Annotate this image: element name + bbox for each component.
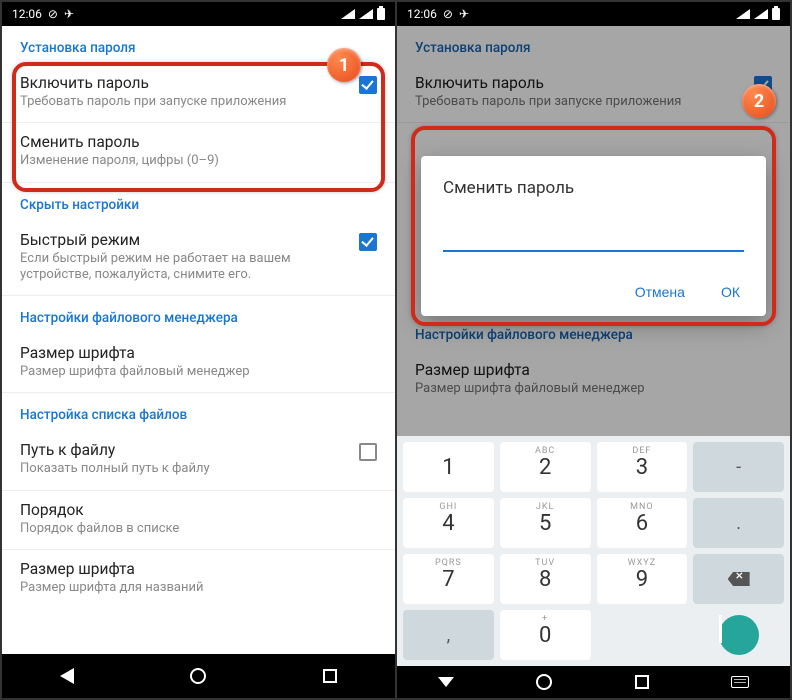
nav-recent-icon[interactable] [635,675,649,689]
item-subtitle: Показать полный путь к файлу [20,461,349,477]
item-title: Включить пароль [20,74,349,92]
item-subtitle: Требовать пароль при запуске приложения [20,94,349,110]
wifi-icon [341,9,355,19]
status-bar: 12:06 ⊘ ✈ [2,2,395,26]
signal-icon [359,9,373,19]
status-time: 12:06 [407,7,437,21]
status-icon-nosim: ⊘ [48,7,58,21]
item-font2[interactable]: Размер шрифта Размер шрифта для названий [2,550,395,608]
key-3[interactable]: DEF3 [597,442,688,492]
battery-icon [377,8,385,20]
done-icon [719,615,759,655]
backspace-icon [728,572,750,586]
item-title: Размер шрифта [20,344,377,362]
key-9[interactable]: WXYZ9 [597,554,688,604]
screenshot-left: 12:06 ⊘ ✈ Установка пароля Включить паро… [2,2,395,698]
change-password-dialog: Сменить пароль Отмена ОК [421,156,766,316]
nav-bar-keyboard [397,666,790,698]
keyboard-switch-icon[interactable] [731,676,749,688]
wifi-icon [736,9,750,19]
item-fm-font[interactable]: Размер шрифта Размер шрифта файловый мен… [2,334,395,393]
key-7[interactable]: PQRS7 [403,554,494,604]
item-subtitle: Размер шрифта для названий [20,580,377,596]
password-input[interactable] [443,228,744,252]
key-dot[interactable]: . [693,498,784,548]
cancel-button[interactable]: Отмена [631,278,689,306]
nav-hide-keyboard-icon[interactable] [438,677,454,687]
key-backspace[interactable] [693,554,784,604]
ok-button[interactable]: ОК [717,278,744,306]
section-fm-header: Настройки файлового менеджера [2,296,395,334]
key-1[interactable]: 1 [403,442,494,492]
nav-bar [2,654,395,698]
nav-home-icon[interactable] [536,674,552,690]
item-subtitle: Изменение пароля, цифры (0–9) [20,153,377,169]
key-0[interactable]: +0 [500,610,591,660]
nav-home-icon[interactable] [190,668,206,684]
screenshot-right: 12:06 ⊘ ✈ Установка пароля Включить паро… [395,2,790,698]
status-time: 12:06 [12,7,42,21]
item-subtitle: Если быстрый режим не работает на вашем … [20,251,349,284]
key-2[interactable]: ABC2 [500,442,591,492]
status-icon-location: ✈ [64,7,74,21]
item-fast-mode[interactable]: Быстрый режим Если быстрый режим не рабо… [2,221,395,297]
item-title: Путь к файлу [20,441,349,459]
nav-back-icon[interactable] [60,668,74,684]
key-comma[interactable]: , [403,610,494,660]
numeric-keypad: 1 ABC2 DEF3 - GHI4 JKL5 MNO6 . PQRS7 TUV… [397,436,790,666]
item-subtitle: Порядок файлов в списке [20,521,377,537]
item-subtitle: Размер шрифта файловый менеджер [20,364,377,380]
dialog-title: Сменить пароль [443,178,744,198]
signal-icon [754,9,768,19]
section-list-header: Настройка списка файлов [2,393,395,431]
annotation-badge-1: 1 [327,48,361,82]
key-6[interactable]: MNO6 [597,498,688,548]
item-order[interactable]: Порядок Порядок файлов в списке [2,491,395,550]
status-icon-nosim: ⊘ [443,7,453,21]
item-title: Быстрый режим [20,231,349,249]
checkbox-enable-password[interactable] [359,76,377,94]
key-8[interactable]: TUV8 [500,554,591,604]
checkbox-file-path[interactable] [359,443,377,461]
status-bar: 12:06 ⊘ ✈ [397,2,790,26]
nav-recent-icon[interactable] [323,669,337,683]
settings-list[interactable]: Установка пароля Включить пароль Требова… [2,26,395,654]
item-title: Размер шрифта [20,560,377,578]
key-dash[interactable]: - [693,442,784,492]
item-title: Сменить пароль [20,133,377,151]
item-title: Порядок [20,501,377,519]
settings-list-dimmed: Установка пароля Включить пароль Требова… [397,26,790,436]
key-done[interactable] [693,610,784,660]
annotation-badge-2: 2 [742,84,776,118]
key-5[interactable]: JKL5 [500,498,591,548]
section-hide-header: Скрыть настройки [2,183,395,221]
item-file-path[interactable]: Путь к файлу Показать полный путь к файл… [2,431,395,490]
item-change-password[interactable]: Сменить пароль Изменение пароля, цифры (… [2,123,395,182]
key-4[interactable]: GHI4 [403,498,494,548]
key-spacer [597,610,688,660]
status-icon-location: ✈ [459,7,469,21]
checkbox-fast-mode[interactable] [359,233,377,251]
battery-icon [772,8,780,20]
